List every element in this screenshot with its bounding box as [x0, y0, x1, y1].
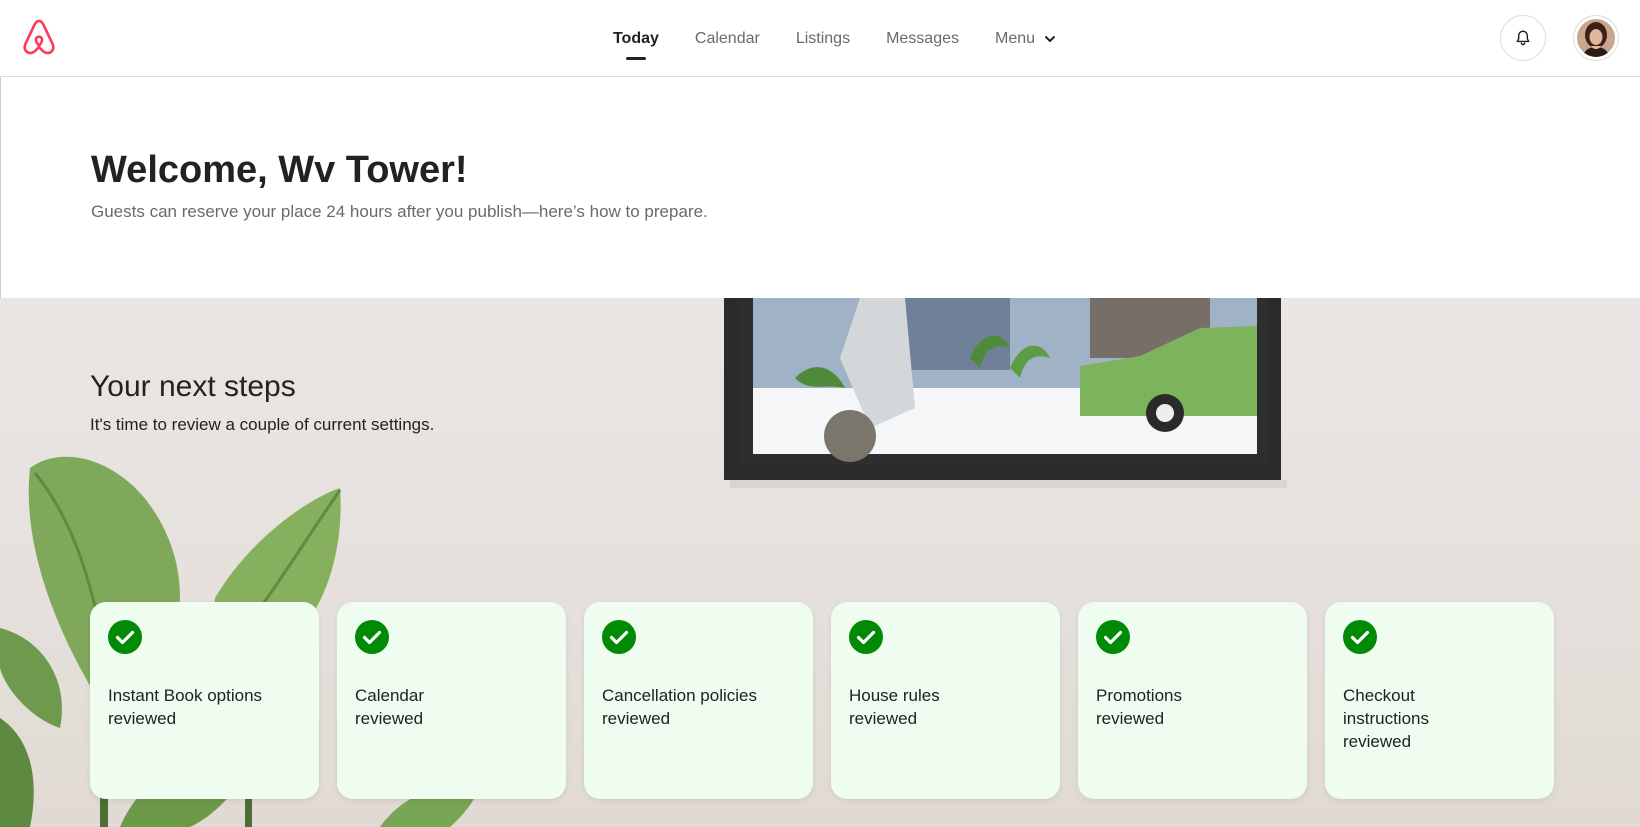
card-checkout-instructions[interactable]: Checkout instructions reviewed [1325, 602, 1554, 799]
nav-today[interactable]: Today [595, 0, 677, 77]
top-header: Today Calendar Listings Messages Menu [0, 0, 1640, 77]
airbnb-logo-icon[interactable] [20, 17, 58, 57]
welcome-title: Welcome, Wv Tower! [91, 149, 468, 191]
next-steps-cards: Instant Book options reviewed Calendar r… [90, 602, 1554, 799]
card-label: Cancellation policies reviewed [602, 686, 757, 728]
main-nav: Today Calendar Listings Messages Menu [0, 0, 1640, 77]
nav-menu[interactable]: Menu [977, 0, 1075, 77]
bell-icon [1516, 30, 1530, 46]
check-circle-icon [602, 620, 636, 654]
card-label: Instant Book options reviewed [108, 686, 263, 728]
welcome-subtitle: Guests can reserve your place 24 hours a… [91, 202, 708, 221]
card-label: Promotions reviewed [1096, 686, 1182, 728]
check-circle-icon [849, 620, 883, 654]
check-circle-icon [1343, 620, 1377, 654]
next-steps-section: Your next steps It's time to review a co… [0, 298, 1640, 827]
card-label: House rules reviewed [849, 686, 940, 728]
profile-avatar-button[interactable] [1573, 15, 1619, 61]
avatar [1577, 19, 1615, 57]
nav-listings[interactable]: Listings [778, 0, 868, 77]
card-house-rules[interactable]: House rules reviewed [831, 602, 1060, 799]
check-circle-icon [1096, 620, 1130, 654]
card-instant-book[interactable]: Instant Book options reviewed [90, 602, 319, 799]
card-cancellation-policies[interactable]: Cancellation policies reviewed [584, 602, 813, 799]
card-calendar[interactable]: Calendar reviewed [337, 602, 566, 799]
chevron-down-icon [1043, 32, 1057, 46]
check-circle-icon [355, 620, 389, 654]
next-steps-title: Your next steps [90, 370, 296, 403]
check-circle-icon [108, 620, 142, 654]
card-label: Checkout instructions reviewed [1343, 686, 1429, 751]
nav-calendar[interactable]: Calendar [677, 0, 778, 77]
nav-messages[interactable]: Messages [868, 0, 977, 77]
welcome-section: Welcome, Wv Tower! Guests can reserve yo… [0, 77, 1640, 298]
card-promotions[interactable]: Promotions reviewed [1078, 602, 1307, 799]
next-steps-subtitle: It's time to review a couple of current … [90, 415, 435, 434]
notifications-button[interactable] [1500, 15, 1546, 61]
card-label: Calendar reviewed [355, 686, 424, 728]
